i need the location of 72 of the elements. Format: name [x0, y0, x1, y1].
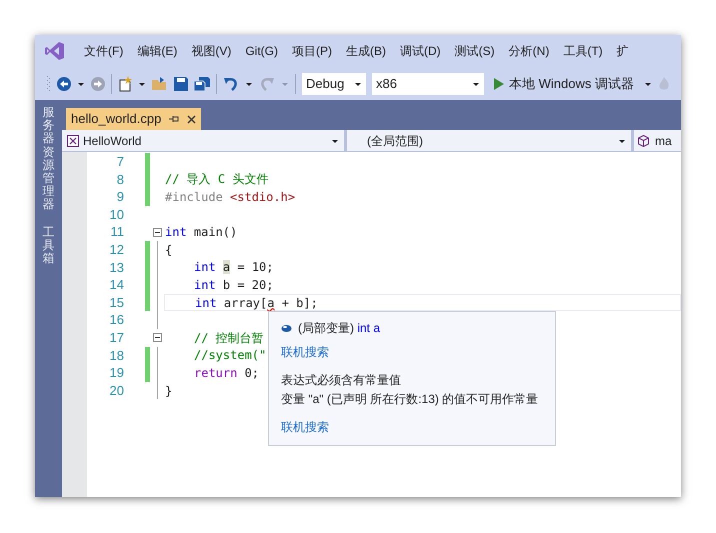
line-number: 8 [116, 170, 124, 189]
platform-dropdown[interactable]: x86 [372, 72, 484, 94]
line-number: 16 [108, 311, 124, 330]
menu-item[interactable]: 编辑(E) [130, 42, 184, 60]
save-all-icon [194, 76, 210, 90]
menu-item[interactable]: 视图(V) [184, 42, 238, 60]
search-online-link[interactable]: 联机搜索 [281, 343, 329, 361]
dropdown-text: (全局范围) [367, 132, 424, 150]
play-icon [494, 78, 504, 90]
line-number: 18 [108, 346, 124, 365]
code-line: } [165, 382, 172, 400]
menu-item[interactable]: 分析(N) [502, 42, 556, 60]
undo-icon [223, 76, 239, 92]
line-number: 15 [108, 294, 124, 312]
document-tab[interactable]: hello_world.cpp [66, 108, 202, 130]
cube-icon [638, 134, 649, 146]
run-label: 本地 Windows 调试器 [509, 74, 634, 93]
line-number: 19 [108, 364, 124, 382]
line-number: 9 [116, 188, 124, 206]
project-icon [67, 134, 79, 146]
code-line: return 0; [194, 364, 260, 382]
code-line: { [165, 242, 172, 259]
run-button[interactable]: 本地 Windows 调试器 [490, 74, 638, 94]
menu-item[interactable]: 调试(D) [393, 42, 448, 60]
menu-item[interactable]: 工具(T) [556, 42, 610, 60]
menu-item[interactable]: 扩 [610, 42, 636, 60]
forward-icon [91, 76, 105, 90]
collapse-icon[interactable] [152, 333, 162, 342]
line-number: 20 [108, 382, 124, 400]
line-number: 13 [108, 258, 124, 277]
menu-item[interactable]: 项目(P) [285, 42, 339, 60]
menu-item[interactable]: 生成(B) [339, 42, 393, 60]
menu-item[interactable]: 文件(F) [77, 42, 130, 60]
redo-icon [259, 76, 275, 92]
line-number: 11 [110, 223, 124, 242]
new-item-icon [118, 76, 132, 92]
variable-icon [281, 324, 292, 332]
symbol-signature: (局部变量) int a [298, 320, 380, 337]
member-dropdown[interactable]: ma [634, 130, 681, 151]
code-line: int b = 20; [194, 276, 274, 294]
code-line: // 导入 C 头文件 [165, 171, 268, 188]
line-number: 17 [108, 328, 124, 347]
save-icon [174, 76, 188, 90]
combo-text: x86 [376, 74, 397, 93]
error-message: 表达式必须含有常量值 [281, 372, 402, 389]
side-tab[interactable]: 工具箱 [42, 226, 54, 266]
line-number: 12 [108, 241, 124, 260]
pin-icon [169, 115, 180, 123]
line-number: 7 [116, 153, 124, 172]
side-tab[interactable]: 服务器资源管理器 [42, 106, 54, 212]
dropdown-text: ma [655, 132, 672, 150]
code-line: int a = 10; [194, 259, 274, 276]
line-number: 10 [108, 206, 124, 224]
line-number: 14 [108, 276, 124, 294]
collapse-icon[interactable] [152, 228, 162, 237]
combo-text: Debug [306, 74, 344, 93]
close-icon [187, 114, 196, 124]
code-line: //system(" [194, 347, 266, 364]
code-line: // 控制台暂 [194, 330, 264, 347]
menu-item[interactable]: Git(G) [238, 42, 285, 60]
app-logo-icon [45, 41, 65, 61]
search-online-link[interactable]: 联机搜索 [281, 418, 329, 436]
code-line: int array[a + b]; [195, 294, 318, 312]
open-folder-icon [152, 76, 168, 90]
dropdown-text: HelloWorld [83, 132, 142, 150]
menu-item[interactable]: 测试(S) [448, 42, 502, 60]
tab-label: hello_world.cpp [71, 110, 162, 128]
code-line: #include <stdio.h> [165, 188, 296, 206]
code-line: int main() [165, 224, 238, 242]
configuration-dropdown[interactable]: Debug [302, 72, 366, 94]
back-icon [57, 76, 71, 90]
error-message: 变量 "a" (已声明 所在行数:13) 的值不可用作常量 [281, 391, 540, 408]
